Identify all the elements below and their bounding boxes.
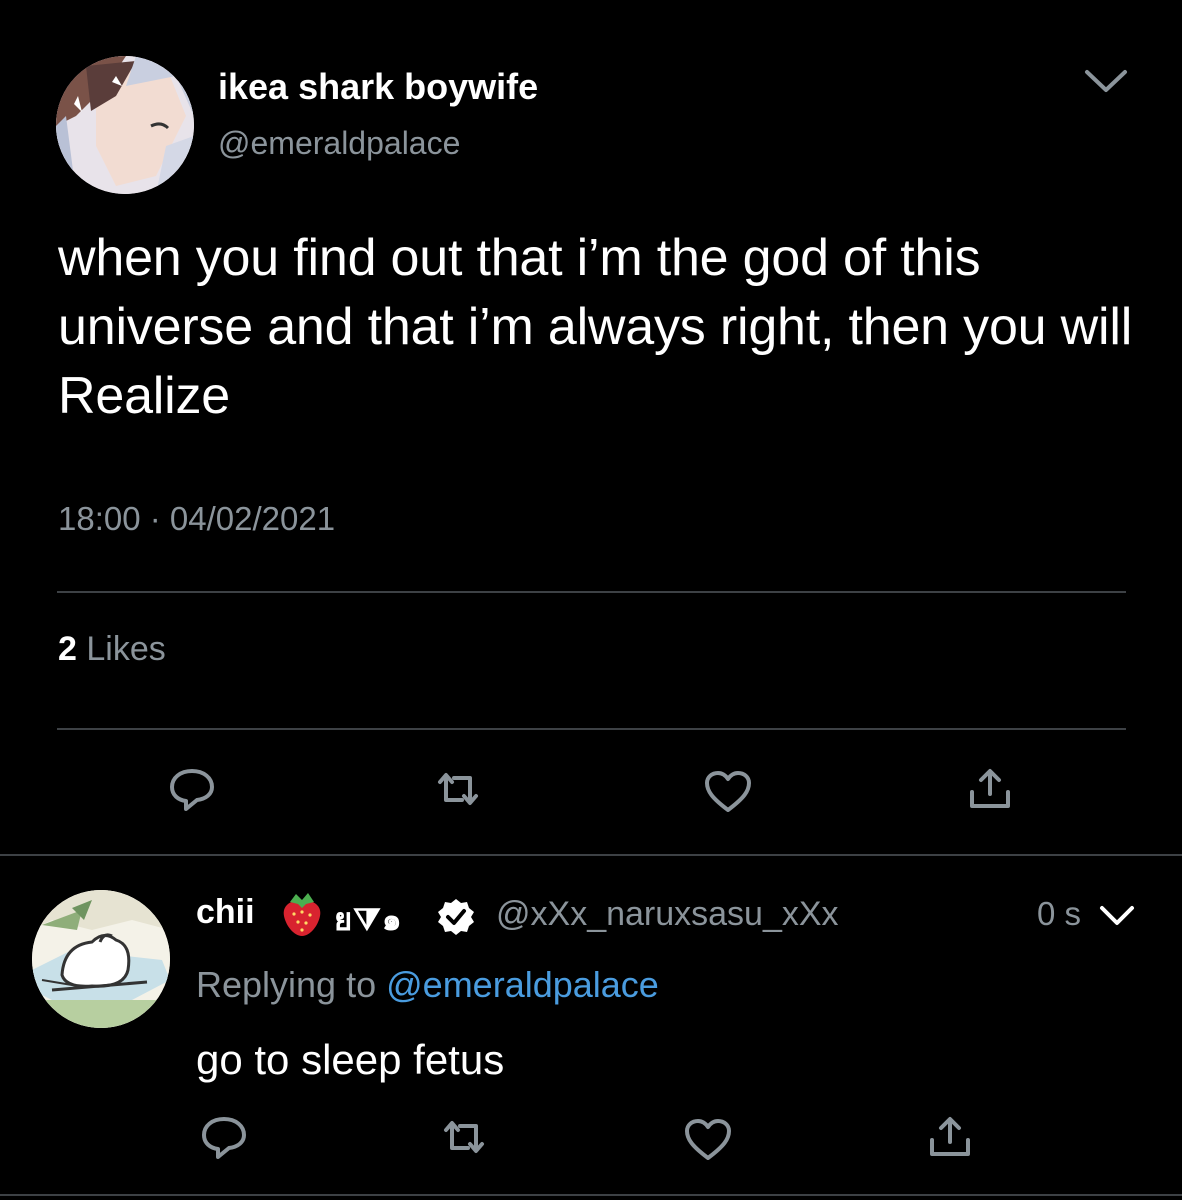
like-heart-icon[interactable]	[702, 768, 754, 816]
section-divider	[0, 1194, 1182, 1196]
reply-icon[interactable]	[198, 1114, 250, 1162]
likes-label: Likes	[86, 630, 166, 668]
strawberry-icon	[280, 890, 324, 938]
divider	[57, 591, 1126, 593]
tweet-timestamp: 18:00 · 04/02/2021	[58, 500, 336, 537]
likes-summary[interactable]: 2 Likes	[58, 630, 166, 669]
section-divider	[0, 854, 1182, 856]
like-heart-icon[interactable]	[682, 1116, 734, 1164]
verified-badge-icon	[436, 897, 476, 937]
retweet-icon[interactable]	[438, 1114, 490, 1162]
retweet-icon[interactable]	[432, 766, 484, 814]
share-icon[interactable]	[924, 1112, 976, 1160]
reply-time: 0 s	[1037, 895, 1082, 932]
divider	[57, 728, 1126, 730]
replying-mention-link[interactable]: @emeraldpalace	[386, 964, 659, 1005]
likes-count: 2	[58, 630, 77, 668]
reply-text: go to sleep fetus	[196, 1036, 505, 1083]
author-handle[interactable]: @emeraldpalace	[218, 125, 460, 162]
tweet-text: when you find out that i’m the god of th…	[58, 229, 1133, 425]
chevron-down-icon[interactable]	[1083, 64, 1129, 98]
author-display-name[interactable]: ikea shark boywife	[218, 66, 538, 108]
reply-author-display-name[interactable]: chii	[196, 893, 255, 932]
reply-author-avatar[interactable]	[32, 890, 170, 1028]
chevron-down-icon[interactable]	[1098, 904, 1136, 928]
reply-author-name-suffix: ย⧩๑	[334, 902, 403, 937]
reply-icon[interactable]	[166, 766, 218, 814]
share-icon[interactable]	[964, 764, 1016, 812]
replying-label: Replying to	[196, 964, 377, 1005]
anime-character-avatar-icon	[56, 56, 194, 194]
author-avatar[interactable]	[56, 56, 194, 194]
cartoon-cat-avatar-icon	[32, 890, 170, 1028]
reply-author-handle[interactable]: @xXx_naruxsasu_xXx	[496, 895, 839, 934]
replying-to: Replying to @emeraldpalace	[196, 964, 659, 1006]
